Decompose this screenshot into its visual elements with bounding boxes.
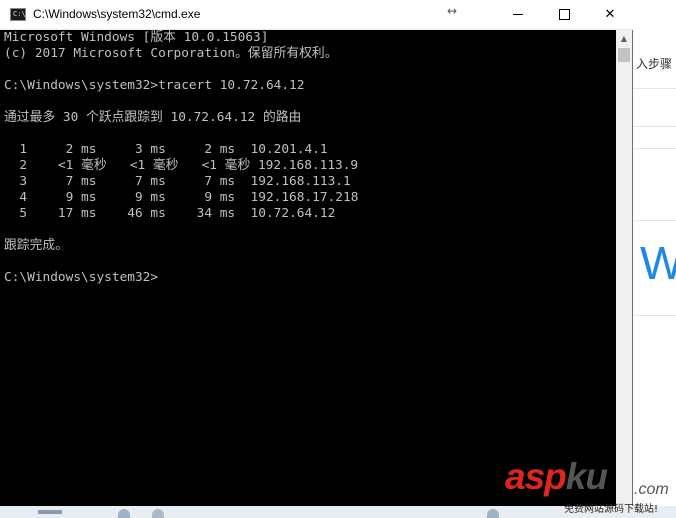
close-button[interactable]: ✕ bbox=[587, 0, 633, 29]
maximize-button[interactable] bbox=[541, 0, 587, 29]
scrollbar-thumb[interactable] bbox=[618, 48, 630, 62]
title-bar[interactable]: C:\_ C:\Windows\system32\cmd.exe ↔ ✕ bbox=[0, 0, 633, 30]
watermark-logo: aspku bbox=[505, 456, 608, 497]
divider bbox=[633, 126, 676, 127]
background-page-text: 入步骤 bbox=[636, 57, 673, 71]
console-line: C:\Windows\system32>tracert 10.72.64.12 bbox=[4, 78, 305, 93]
cmd-window: C:\_ C:\Windows\system32\cmd.exe ↔ ✕ Mic… bbox=[0, 0, 633, 506]
console-line: 通过最多 30 个跃点跟踪到 10.72.64.12 的路由 bbox=[4, 110, 302, 125]
scroll-up-arrow-icon[interactable]: ▲ bbox=[616, 30, 632, 47]
watermark-brand-b: ku bbox=[565, 456, 608, 497]
background-page-logo-letter: W bbox=[640, 237, 676, 289]
taskbar-item[interactable] bbox=[38, 510, 62, 514]
minimize-icon bbox=[513, 14, 523, 15]
console-line: 1 2 ms 3 ms 2 ms 10.201.4.1 bbox=[4, 142, 328, 157]
close-icon: ✕ bbox=[604, 7, 616, 22]
watermark-brand-a: asp bbox=[505, 456, 567, 497]
console-line: (c) 2017 Microsoft Corporation。保留所有权利。 bbox=[4, 46, 338, 61]
divider bbox=[633, 220, 676, 221]
console-line: Microsoft Windows [版本 10.0.15063] bbox=[4, 30, 269, 45]
divider bbox=[633, 88, 676, 89]
taskbar-app-icon[interactable] bbox=[487, 509, 499, 518]
console-text: Microsoft Windows [版本 10.0.15063] (c) 20… bbox=[0, 30, 616, 286]
cmd-icon-glyph: C:\_ bbox=[13, 10, 30, 18]
watermark-domain: .com bbox=[634, 481, 669, 498]
cmd-app-icon[interactable]: C:\_ bbox=[10, 8, 30, 21]
console-line: 5 17 ms 46 ms 34 ms 10.72.64.12 bbox=[4, 206, 336, 221]
watermark-subtitle: 免费网站源码下载站! bbox=[564, 504, 659, 515]
minimize-button[interactable] bbox=[495, 0, 541, 29]
taskbar-app-icon[interactable] bbox=[152, 509, 164, 518]
console-line: 4 9 ms 9 ms 9 ms 192.168.17.218 bbox=[4, 190, 359, 205]
console-line: 跟踪完成。 bbox=[4, 238, 68, 253]
divider bbox=[633, 315, 676, 316]
divider bbox=[633, 148, 676, 149]
window-title: C:\Windows\system32\cmd.exe bbox=[33, 7, 201, 21]
console-line: 2 <1 毫秒 <1 毫秒 <1 毫秒 192.168.113.9 bbox=[4, 158, 359, 173]
vertical-scrollbar[interactable]: ▲ bbox=[616, 30, 632, 506]
console-line: C:\Windows\system32> bbox=[4, 270, 159, 285]
maximize-icon bbox=[558, 9, 570, 20]
console-output[interactable]: Microsoft Windows [版本 10.0.15063] (c) 20… bbox=[0, 30, 616, 506]
taskbar-app-icon[interactable] bbox=[118, 509, 130, 518]
resize-cursor-icon: ↔ bbox=[447, 4, 458, 18]
console-line: 3 7 ms 7 ms 7 ms 192.168.113.1 bbox=[4, 174, 351, 189]
